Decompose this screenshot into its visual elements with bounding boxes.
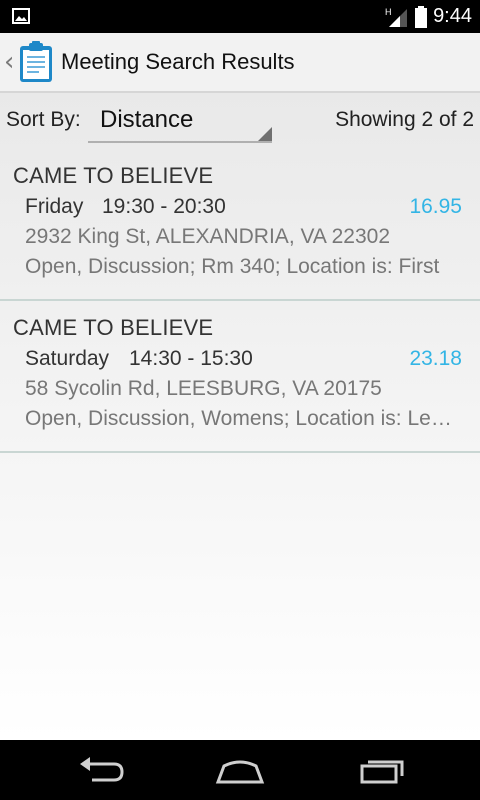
image-notification-icon: [12, 8, 30, 24]
status-time: 9:44: [433, 5, 472, 27]
page-title: Meeting Search Results: [61, 49, 295, 74]
battery-icon: [415, 5, 428, 28]
signal-icon: H: [385, 7, 408, 27]
sort-row: Sort By: Distance Showing 2 of 2: [0, 93, 480, 149]
meeting-name: CAME TO BELIEVE: [13, 315, 214, 340]
meeting-day: Saturday: [25, 347, 110, 370]
meeting-notes: Open, Discussion; Rm 340; Location is: F…: [25, 255, 440, 278]
meeting-time: 14:30 - 15:30: [129, 347, 253, 370]
back-icon[interactable]: [70, 750, 130, 790]
result-count: Showing 2 of 2: [335, 108, 474, 131]
meeting-list-item[interactable]: CAME TO BELIEVE Saturday 14:30 - 15:30 2…: [0, 301, 480, 453]
sort-spinner[interactable]: Distance: [88, 99, 272, 143]
content-area: Sort By: Distance Showing 2 of 2 CAME TO…: [0, 93, 480, 740]
status-bar: H 9:44: [0, 0, 480, 33]
spinner-arrow-icon: [258, 127, 272, 141]
results-list: CAME TO BELIEVE Friday 19:30 - 20:30 16.…: [0, 149, 480, 453]
network-type-label: H: [385, 7, 392, 17]
meeting-day: Friday: [25, 195, 84, 218]
sort-label: Sort By:: [6, 108, 81, 131]
meeting-distance: 23.18: [409, 347, 462, 370]
meeting-time: 19:30 - 20:30: [102, 195, 226, 218]
recent-apps-icon[interactable]: [352, 750, 412, 790]
up-caret-icon[interactable]: ‹: [4, 47, 14, 77]
meeting-address: 58 Sycolin Rd, LEESBURG, VA 20175: [25, 377, 382, 400]
meeting-notes: Open, Discussion, Womens; Location is: L…: [25, 407, 463, 430]
home-icon[interactable]: [210, 750, 270, 790]
sort-selected-value: Distance: [100, 106, 194, 133]
meeting-name: CAME TO BELIEVE: [13, 163, 214, 188]
meeting-address: 2932 King St, ALEXANDRIA, VA 22302: [25, 225, 391, 248]
clipboard-icon[interactable]: [18, 41, 54, 83]
meeting-distance: 16.95: [409, 195, 462, 218]
action-bar: ‹ Meeting Search Results: [0, 33, 480, 93]
navigation-bar: [0, 740, 480, 800]
meeting-list-item[interactable]: CAME TO BELIEVE Friday 19:30 - 20:30 16.…: [0, 149, 480, 301]
